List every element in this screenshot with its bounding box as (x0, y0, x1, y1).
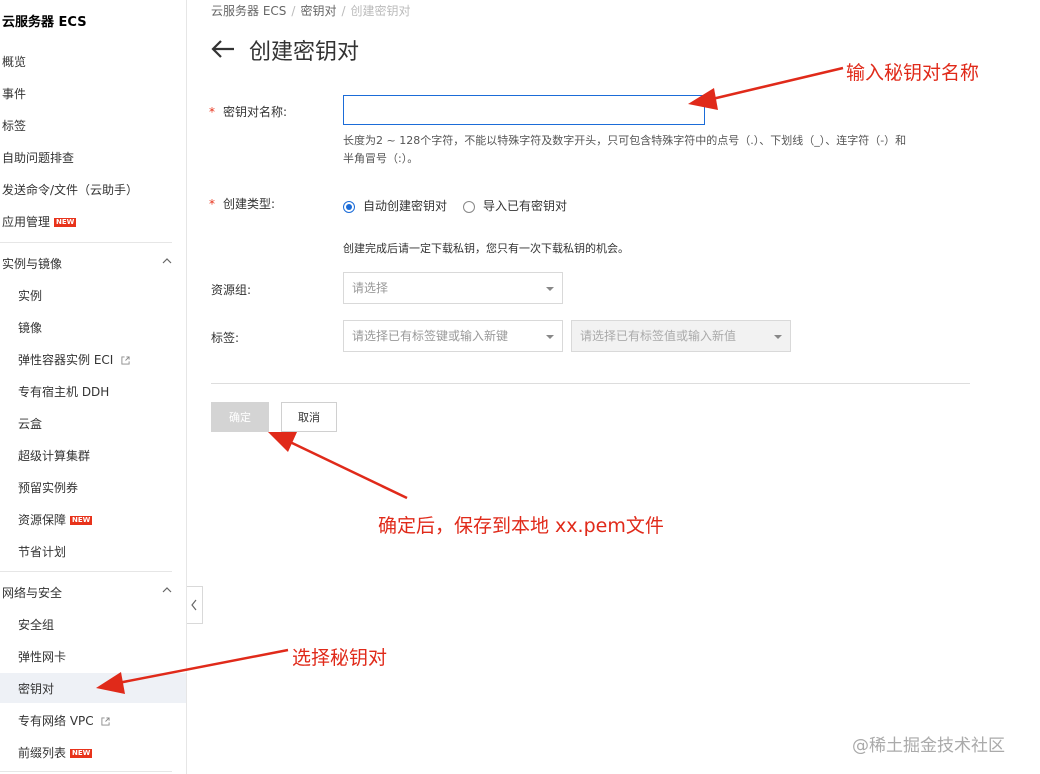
breadcrumb-separator: / (341, 4, 346, 18)
radio-unchecked-icon (463, 200, 476, 213)
sidebar-collapse-button[interactable] (187, 586, 203, 624)
form-divider (211, 383, 970, 384)
sidebar-item-tags[interactable]: 标签 (2, 116, 26, 136)
sidebar-item-eni[interactable]: 弹性网卡 (18, 647, 66, 667)
caret-down-icon (546, 287, 554, 291)
tag-label: 标签: (211, 331, 240, 345)
sidebar-group-network-security[interactable]: 网络与安全 (2, 583, 172, 603)
sidebar-item-savings-plan[interactable]: 节省计划 (18, 542, 66, 562)
sidebar-item-app-management[interactable]: 应用管理 NEW (2, 212, 77, 232)
download-private-key-note: 创建完成后请一定下载私钥，您只有一次下载私钥的机会。 (343, 242, 629, 255)
arrow-to-confirm-button (268, 432, 408, 500)
sidebar-item-vpc[interactable]: 专有网络 VPC (18, 711, 111, 731)
key-pair-name-label-text: 密钥对名称: (223, 105, 288, 119)
new-badge: NEW (70, 516, 93, 525)
key-pair-name-input[interactable] (343, 95, 705, 125)
key-pair-name-help: 长度为2 ~ 128个字符，不能以特殊字符及数字开头，只可包含特殊字符中的点号（… (343, 134, 907, 165)
sidebar-item-label: 弹性容器实例 ECI (18, 353, 114, 367)
breadcrumb-separator: / (291, 4, 296, 18)
sidebar-item-reserved-instance[interactable]: 预留实例券 (18, 478, 78, 498)
resource-group-label: 资源组: (211, 283, 252, 297)
required-mark: * (209, 105, 215, 119)
radio-checked-icon (343, 200, 355, 213)
caret-down-icon (774, 335, 782, 339)
annotation-confirm-hint: 确定后，保存到本地 xx.pem文件 (378, 515, 664, 537)
sidebar-group-label: 实例与镜像 (2, 257, 63, 271)
sidebar-item-overview[interactable]: 概览 (2, 52, 26, 72)
sidebar-divider (0, 771, 172, 772)
breadcrumb-item-current: 创建密钥对 (350, 4, 411, 18)
breadcrumb: 云服务器 ECS / 密钥对 / 创建密钥对 (211, 2, 411, 19)
radio-label: 自动创建密钥对 (363, 199, 448, 213)
create-type-label-text: 创建类型: (223, 197, 276, 211)
tag-key-placeholder: 请选择已有标签键或输入新键 (352, 329, 509, 343)
breadcrumb-item-key-pairs[interactable]: 密钥对 (300, 4, 336, 18)
new-badge: NEW (70, 749, 93, 758)
caret-down-icon (546, 335, 554, 339)
chevron-left-icon (191, 599, 197, 611)
key-pair-name-label: * 密钥对名称: (209, 103, 287, 120)
radio-label: 导入已有密钥对 (483, 199, 568, 213)
page-title: 创建密钥对 (249, 40, 360, 65)
arrow-to-name-input (688, 66, 844, 110)
sidebar-item-prefix-list[interactable]: 前缀列表 NEW (18, 743, 93, 763)
sidebar-item-security-group[interactable]: 安全组 (18, 615, 54, 635)
sidebar-item-scc[interactable]: 超级计算集群 (18, 446, 90, 466)
sidebar-divider (0, 242, 172, 243)
radio-auto-create[interactable]: 自动创建密钥对 (343, 197, 447, 214)
annotation-name-hint: 输入秘钥对名称 (846, 62, 980, 84)
sidebar-item-ddh[interactable]: 专有宿主机 DDH (18, 382, 109, 402)
sidebar-item-label: 专有网络 VPC (18, 714, 94, 728)
sidebar-divider (0, 571, 172, 572)
sidebar-group-instances[interactable]: 实例与镜像 (2, 254, 172, 274)
sidebar: 云服务器 ECS 概览 事件 标签 自助问题排查 发送命令/文件（云助手） 应用… (0, 0, 187, 774)
sidebar-item-troubleshoot[interactable]: 自助问题排查 (2, 148, 74, 168)
cancel-button[interactable]: 取消 (281, 402, 337, 432)
sidebar-item-cloud-box[interactable]: 云盒 (18, 414, 42, 434)
required-mark: * (209, 197, 215, 211)
sidebar-item-key-pairs[interactable]: 密钥对 (18, 679, 54, 699)
resource-group-select[interactable]: 请选择 (343, 272, 563, 304)
sidebar-item-label: 前缀列表 (18, 746, 67, 760)
radio-import-existing[interactable]: 导入已有密钥对 (463, 197, 567, 214)
sidebar-item-image[interactable]: 镜像 (18, 318, 42, 338)
external-link-icon (101, 717, 111, 726)
create-type-radio-group: 自动创建密钥对 导入已有密钥对 (343, 197, 583, 214)
chevron-up-icon (162, 258, 172, 264)
back-arrow-icon[interactable] (210, 38, 236, 60)
confirm-button[interactable]: 确定 (211, 402, 269, 432)
sidebar-item-label: 应用管理 (2, 215, 51, 229)
resource-group-placeholder: 请选择 (352, 281, 389, 295)
chevron-up-icon (162, 587, 172, 593)
watermark: @稀土掘金技术社区 (852, 736, 1005, 756)
tag-value-placeholder: 请选择已有标签值或输入新值 (580, 329, 737, 343)
sidebar-item-instance[interactable]: 实例 (18, 286, 42, 306)
sidebar-item-events[interactable]: 事件 (2, 84, 26, 104)
tag-key-select[interactable]: 请选择已有标签键或输入新键 (343, 320, 563, 352)
sidebar-item-send-command[interactable]: 发送命令/文件（云助手） (2, 180, 138, 200)
external-link-icon (121, 356, 130, 365)
sidebar-item-resource-guarantee[interactable]: 资源保障 NEW (18, 510, 93, 530)
new-badge: NEW (54, 218, 77, 227)
tag-value-select: 请选择已有标签值或输入新值 (571, 320, 791, 352)
sidebar-item-eci[interactable]: 弹性容器实例 ECI (18, 350, 130, 370)
sidebar-title: 云服务器 ECS (2, 15, 87, 30)
annotation-sidebar-hint: 选择秘钥对 (292, 647, 388, 669)
sidebar-group-label: 网络与安全 (2, 586, 63, 600)
create-type-label: * 创建类型: (209, 195, 275, 212)
sidebar-item-label: 资源保障 (18, 513, 67, 527)
breadcrumb-item-ecs[interactable]: 云服务器 ECS (211, 4, 286, 18)
